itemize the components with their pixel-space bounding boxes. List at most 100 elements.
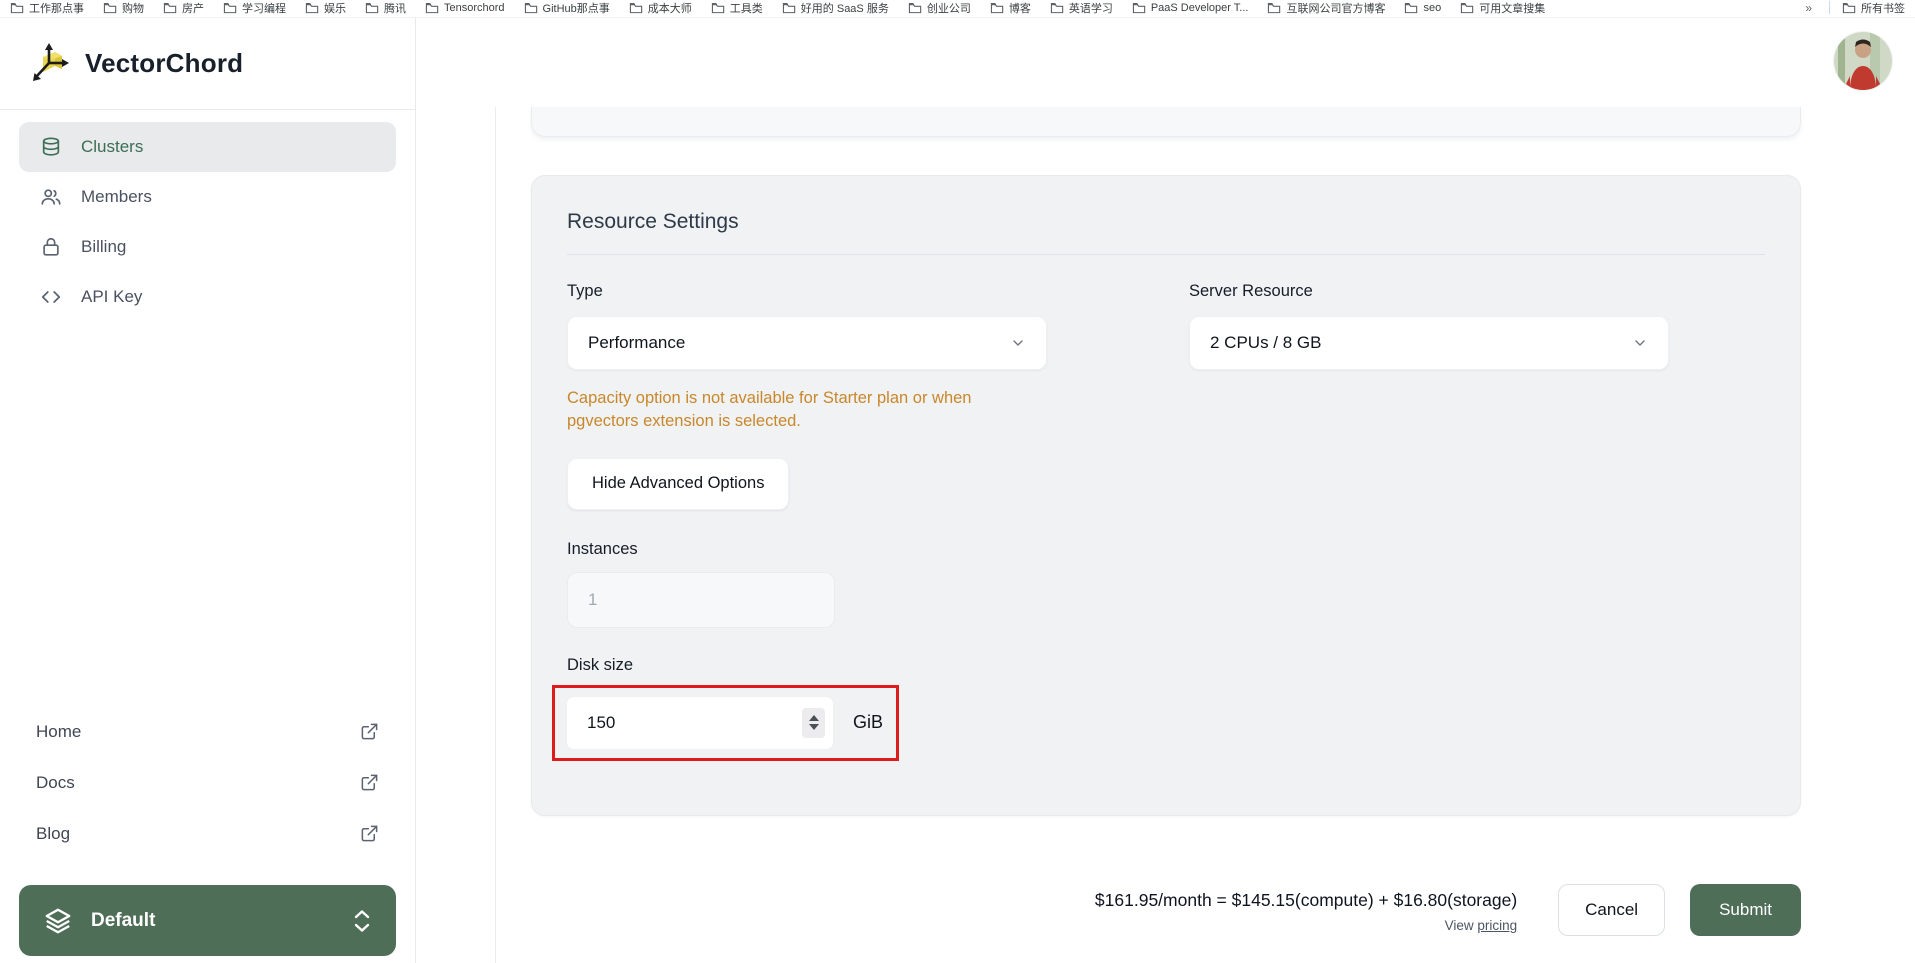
hide-advanced-options-button[interactable]: Hide Advanced Options bbox=[567, 457, 790, 510]
code-icon bbox=[40, 286, 62, 308]
disk-size-label: Disk size bbox=[567, 655, 634, 674]
bookmark-item[interactable]: 可用文章搜集 bbox=[1460, 0, 1545, 16]
number-stepper[interactable] bbox=[802, 707, 825, 738]
bookmark-item[interactable]: 创业公司 bbox=[908, 0, 971, 16]
sidebar-item-members[interactable]: Members bbox=[19, 172, 396, 222]
sidebar-item-label: Clusters bbox=[81, 137, 144, 156]
bookmark-item[interactable]: Tensorchord bbox=[425, 2, 505, 14]
server-resource-label: Server Resource bbox=[1189, 282, 1313, 300]
external-link-icon bbox=[361, 825, 378, 842]
bookmark-item[interactable]: 成本大师 bbox=[629, 0, 692, 16]
annotation-highlight-box: GiB bbox=[552, 684, 900, 761]
all-bookmarks-item[interactable]: 所有书签 bbox=[1842, 0, 1905, 16]
bookmark-item[interactable]: 互联网公司官方博客 bbox=[1267, 0, 1385, 16]
card-title: Resource Settings bbox=[567, 210, 739, 233]
resource-settings-card: Resource Settings Type Performance Capac… bbox=[531, 175, 1801, 816]
bookmarks-list: 工作那点事 购物 房产 学习编程 娱乐 腾讯 Tensorchord GitHu… bbox=[10, 0, 1545, 16]
submit-button[interactable]: Submit bbox=[1690, 884, 1801, 936]
folder-icon bbox=[1050, 2, 1064, 13]
disk-unit-label: GiB bbox=[853, 712, 884, 733]
bookmarks-divider bbox=[1829, 1, 1830, 14]
bookmark-item[interactable]: 英语学习 bbox=[1050, 0, 1113, 16]
folder-icon bbox=[103, 2, 117, 13]
price-summary: $161.95/month = $145.15(compute) + $16.8… bbox=[1094, 890, 1518, 910]
content-divider-line bbox=[495, 107, 496, 963]
bookmark-item[interactable]: PaaS Developer T... bbox=[1132, 2, 1248, 14]
previous-card-bottom bbox=[531, 107, 1801, 137]
bookmark-item[interactable]: 购物 bbox=[103, 0, 144, 16]
type-select-value: Performance bbox=[588, 333, 686, 352]
bookmark-item[interactable]: 腾讯 bbox=[365, 0, 406, 16]
bookmark-item[interactable]: GitHub那点事 bbox=[524, 0, 610, 16]
bookmark-item[interactable]: 房产 bbox=[163, 0, 204, 16]
sidebar-item-label: Members bbox=[81, 187, 152, 206]
cancel-button[interactable]: Cancel bbox=[1558, 884, 1666, 936]
app-window: VectorChord Clusters Members Billing API… bbox=[0, 18, 1915, 963]
brand-header[interactable]: VectorChord bbox=[0, 18, 415, 110]
server-resource-select[interactable]: 2 CPUs / 8 GB bbox=[1189, 316, 1669, 370]
bookmark-item[interactable]: 工作那点事 bbox=[10, 0, 84, 16]
folder-icon bbox=[1842, 2, 1856, 13]
chevron-down-icon bbox=[1013, 340, 1023, 346]
folder-icon bbox=[163, 2, 177, 13]
bookmark-item[interactable]: 好用的 SaaS 服务 bbox=[782, 0, 889, 16]
folder-icon bbox=[10, 2, 24, 13]
folder-icon bbox=[1268, 2, 1281, 13]
chevron-down-icon bbox=[1635, 340, 1645, 346]
folder-icon bbox=[1132, 2, 1146, 13]
folder-icon bbox=[1461, 2, 1474, 13]
user-avatar[interactable] bbox=[1834, 32, 1892, 90]
disk-size-input[interactable] bbox=[566, 695, 834, 750]
sidebar-external-links: Home Docs Blog bbox=[0, 706, 415, 859]
sidebar-item-clusters[interactable]: Clusters bbox=[19, 122, 396, 172]
sidebar-item-api-key[interactable]: API Key bbox=[19, 272, 396, 322]
sidebar-item-label: API Key bbox=[81, 287, 143, 306]
form-footer: $161.95/month = $145.15(compute) + $16.8… bbox=[531, 884, 1801, 936]
bookmark-item[interactable]: seo bbox=[1404, 2, 1441, 14]
bookmark-item[interactable]: 娱乐 bbox=[305, 0, 346, 16]
chevron-up-down-icon bbox=[354, 909, 370, 932]
browser-bookmarks-bar: 工作那点事 购物 房产 学习编程 娱乐 腾讯 Tensorchord GitHu… bbox=[0, 0, 1915, 18]
brand-title: VectorChord bbox=[85, 48, 244, 78]
vectorchord-logo-icon bbox=[33, 42, 69, 81]
bookmarks-overflow-chevron[interactable]: » bbox=[1799, 1, 1817, 15]
layers-icon bbox=[45, 908, 71, 933]
instances-label: Instances bbox=[567, 539, 638, 558]
sidebar-item-label: Billing bbox=[81, 237, 127, 256]
capacity-warning-text: Capacity option is not available for Sta… bbox=[567, 389, 972, 430]
users-icon bbox=[40, 186, 62, 208]
folder-icon bbox=[711, 2, 725, 13]
bookmark-item[interactable]: 学习编程 bbox=[223, 0, 286, 16]
sidebar-link-home[interactable]: Home bbox=[36, 706, 379, 757]
sidebar-link-blog[interactable]: Blog bbox=[36, 808, 379, 859]
pricing-link[interactable]: pricing bbox=[1477, 918, 1517, 933]
bookmark-item[interactable]: 工具类 bbox=[711, 0, 763, 16]
folder-icon bbox=[990, 2, 1004, 13]
stepper-up-icon[interactable] bbox=[808, 715, 819, 722]
sidebar-nav: Clusters Members Billing API Key bbox=[0, 110, 415, 322]
lock-icon bbox=[40, 236, 62, 258]
folder-icon bbox=[908, 2, 922, 13]
folder-icon bbox=[365, 2, 379, 13]
folder-icon bbox=[1405, 2, 1418, 13]
workspace-selector-button[interactable]: Default bbox=[19, 885, 396, 956]
type-select[interactable]: Performance bbox=[567, 316, 1047, 370]
external-link-icon bbox=[361, 723, 378, 740]
sidebar-item-billing[interactable]: Billing bbox=[19, 222, 396, 272]
main-area: Resource Settings Type Performance Capac… bbox=[416, 18, 1915, 963]
database-icon bbox=[40, 136, 62, 158]
sidebar-link-docs[interactable]: Docs bbox=[36, 757, 379, 808]
folder-icon bbox=[782, 2, 796, 13]
stepper-down-icon[interactable] bbox=[808, 724, 819, 731]
bookmark-item[interactable]: 博客 bbox=[990, 0, 1031, 16]
folder-icon bbox=[305, 2, 319, 13]
sidebar: VectorChord Clusters Members Billing API… bbox=[0, 18, 416, 963]
folder-icon bbox=[524, 2, 537, 13]
price-summary-block: $161.95/month = $145.15(compute) + $16.8… bbox=[1095, 884, 1517, 933]
workspace-name: Default bbox=[91, 909, 156, 931]
folder-icon bbox=[425, 2, 439, 13]
instances-input[interactable] bbox=[567, 571, 835, 628]
view-pricing-row: View pricing bbox=[1444, 918, 1518, 933]
folder-icon bbox=[629, 2, 643, 13]
content-column: Resource Settings Type Performance Capac… bbox=[531, 107, 1801, 936]
